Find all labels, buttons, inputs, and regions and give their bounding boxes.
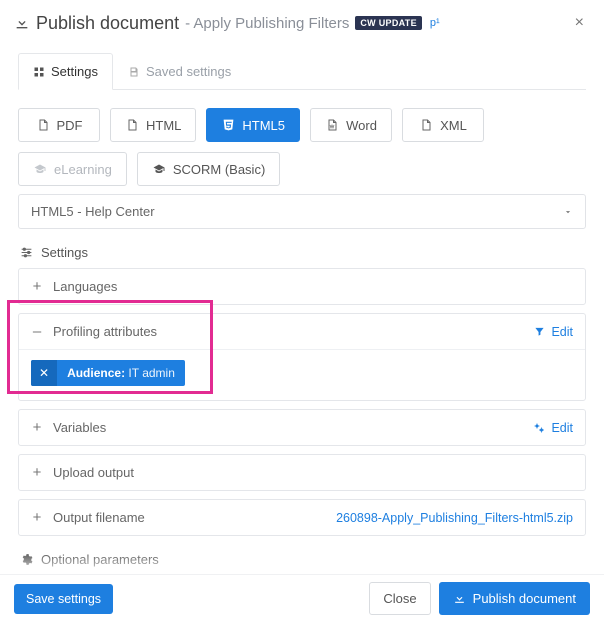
accordion-profiling-head[interactable]: –Profiling attributes Edit — [19, 314, 585, 349]
cw-update-badge: CW UPDATE — [355, 16, 422, 30]
optional-label: Optional parameters — [41, 552, 159, 567]
layout-select-value: HTML5 - Help Center — [31, 204, 155, 219]
format-html[interactable]: HTML — [110, 108, 196, 142]
format-label: HTML — [146, 118, 181, 133]
settings-label: Settings — [41, 245, 88, 260]
format-scorm[interactable]: SCORM (Basic) — [137, 152, 280, 186]
accordion-languages: + Languages — [18, 268, 586, 305]
output-filename-value: 260898-Apply_Publishing_Filters-html5.zi… — [336, 511, 573, 525]
profiling-body: ✕ Audience: IT admin — [19, 349, 585, 400]
tab-saved-settings[interactable]: Saved settings — [113, 53, 246, 89]
profiling-chip: ✕ Audience: IT admin — [31, 360, 185, 386]
acc-label: Languages — [53, 279, 117, 294]
gear-icon — [20, 553, 33, 566]
accordion-upload: + Upload output — [18, 454, 586, 491]
publish-button[interactable]: Publish document — [439, 582, 590, 615]
button-label: Publish document — [473, 591, 576, 606]
tab-label-settings: Settings — [51, 64, 98, 79]
file-word-icon — [325, 118, 339, 132]
format-label: Word — [346, 118, 377, 133]
acc-label: Profiling attributes — [53, 324, 157, 339]
chip-key: Audience: — [67, 366, 125, 380]
sliders-icon — [20, 246, 33, 259]
file-xml-icon — [419, 118, 433, 132]
file-html-icon — [125, 118, 139, 132]
plus-icon: + — [31, 509, 43, 526]
format-xml[interactable]: XML — [402, 108, 484, 142]
chip-remove-icon[interactable]: ✕ — [31, 360, 57, 386]
minus-icon: – — [31, 323, 43, 340]
optional-heading: Optional parameters — [20, 552, 586, 567]
filter-icon — [534, 326, 545, 337]
tab-label-saved: Saved settings — [146, 64, 231, 79]
dialog-body: Settings Saved settings PDF HTML HTML5 — [0, 44, 604, 622]
accordion-upload-head[interactable]: + Upload output — [19, 455, 585, 490]
edit-label: Edit — [551, 421, 573, 435]
plus-icon: + — [31, 464, 43, 481]
layout-select[interactable]: HTML5 - Help Center — [18, 194, 586, 229]
format-html5[interactable]: HTML5 — [206, 108, 300, 142]
dialog-title: Publish document — [36, 13, 179, 34]
plus-icon: + — [31, 419, 43, 436]
format-pdf[interactable]: PDF — [18, 108, 100, 142]
acc-label: Variables — [53, 420, 106, 435]
settings-heading: Settings — [20, 245, 586, 260]
accordion-output-filename: + Output filename 260898-Apply_Publishing… — [18, 499, 586, 536]
accordion-profiling: –Profiling attributes Edit ✕ Audience: I… — [18, 313, 586, 401]
save-settings-button[interactable]: Save settings — [14, 584, 113, 614]
accordion-output-filename-head[interactable]: + Output filename 260898-Apply_Publishing… — [19, 500, 585, 535]
format-buttons: PDF HTML HTML5 Word XML eLearning — [18, 108, 586, 186]
save-icon — [128, 66, 140, 78]
dialog-subtitle: - Apply Publishing Filters — [185, 15, 349, 32]
format-label: HTML5 — [242, 118, 285, 133]
button-label: Close — [383, 591, 416, 606]
dialog-header: Publish document - Apply Publishing Filt… — [0, 0, 604, 44]
format-word[interactable]: Word — [310, 108, 392, 142]
plus-icon: + — [31, 278, 43, 295]
format-elearning[interactable]: eLearning — [18, 152, 127, 186]
close-icon[interactable]: × — [569, 10, 590, 36]
tabs: Settings Saved settings — [18, 53, 586, 90]
profiling-edit-link[interactable]: Edit — [534, 325, 573, 339]
acc-label: Upload output — [53, 465, 134, 480]
grid-icon — [33, 66, 45, 78]
tab-settings[interactable]: Settings — [18, 53, 113, 90]
accordion-variables: + Variables Edit — [18, 409, 586, 446]
close-button[interactable]: Close — [369, 582, 430, 615]
html5-icon — [221, 118, 235, 132]
superscript-label: p¹ — [430, 17, 440, 29]
download-icon — [453, 592, 466, 605]
acc-label: Output filename — [53, 510, 145, 525]
variables-edit-link[interactable]: Edit — [533, 421, 573, 435]
edit-label: Edit — [551, 325, 573, 339]
file-pdf-icon — [36, 118, 50, 132]
download-icon — [14, 15, 30, 31]
graduation-icon — [152, 162, 166, 176]
accordion-variables-head[interactable]: + Variables Edit — [19, 410, 585, 445]
chip-val: IT admin — [125, 366, 175, 380]
gears-icon — [533, 422, 545, 434]
publish-dialog: Publish document - Apply Publishing Filt… — [0, 0, 604, 622]
format-label: XML — [440, 118, 467, 133]
dialog-footer: Save settings Close Publish document — [0, 574, 604, 622]
graduation-icon — [33, 162, 47, 176]
chevron-down-icon — [563, 207, 573, 217]
format-label: eLearning — [54, 162, 112, 177]
format-label: PDF — [57, 118, 83, 133]
format-label: SCORM (Basic) — [173, 162, 265, 177]
button-label: Save settings — [26, 592, 101, 606]
chip-text: Audience: IT admin — [57, 360, 185, 386]
accordion-languages-head[interactable]: + Languages — [19, 269, 585, 304]
